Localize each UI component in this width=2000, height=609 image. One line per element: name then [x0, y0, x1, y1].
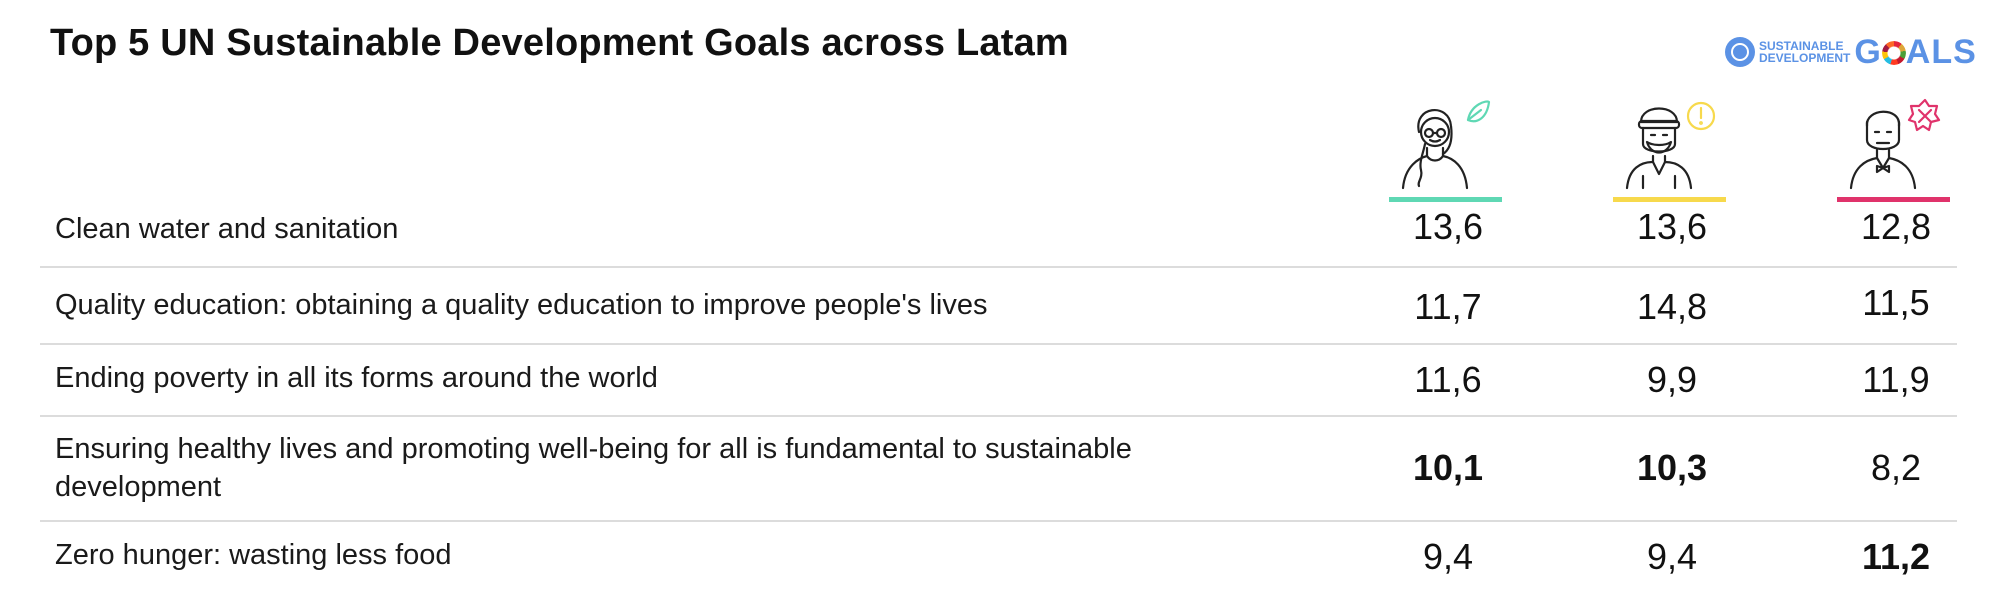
table-row: Quality education: obtaining a quality e…: [40, 282, 1957, 342]
row-label: Ending poverty in all its forms around t…: [55, 362, 658, 394]
persona-color-bar: [1389, 197, 1502, 202]
value-cell: 13,6: [1412, 206, 1484, 247]
logo-text: SUSTAINABLE DEVELOPMENT: [1759, 40, 1850, 64]
persona-color-bar: [1613, 197, 1726, 202]
value-cell: 11,7: [1414, 286, 1482, 327]
persona-man-beanie: [1607, 92, 1727, 202]
logo-goals: G ALS: [1854, 33, 1976, 72]
row-label: Clean water and sanitation: [55, 213, 399, 245]
sdg-logo: SUSTAINABLE DEVELOPMENT G ALS: [1725, 32, 1977, 72]
persona-woman: [1383, 92, 1503, 202]
logo-goals-rest: ALS: [1905, 32, 1977, 71]
value-cell: 9,4: [1422, 536, 1474, 577]
un-globe-icon: [1725, 37, 1755, 67]
sdg-wheel-icon: [1881, 40, 1906, 65]
row-divider: [40, 343, 1957, 345]
value-cell: 11,6: [1414, 359, 1482, 400]
row-label: Quality education: obtaining a quality e…: [55, 289, 988, 321]
man-cross-persona-icon: [1849, 98, 1941, 190]
row-divider: [40, 520, 1957, 522]
value-cell: 13,6: [1636, 206, 1708, 247]
value-cell: 11,9: [1862, 359, 1930, 400]
persona-color-bar: [1837, 197, 1950, 202]
value-cell: 11,2: [1861, 536, 1931, 577]
row-label: Ensuring healthy lives and promoting wel…: [55, 433, 1132, 503]
row-divider: [40, 415, 1957, 417]
row-label: Zero hunger: wasting less food: [55, 539, 452, 571]
persona-man: [1831, 92, 1951, 202]
row-divider: [40, 266, 1957, 268]
value-cell: 12,8: [1860, 206, 1932, 247]
value-cell: 10,3: [1636, 447, 1708, 488]
value-cell: 9,4: [1646, 536, 1698, 577]
chart-title: Top 5 UN Sustainable Development Goals a…: [50, 22, 1069, 64]
value-cell: 11,5: [1862, 282, 1930, 323]
table-row: Zero hunger: wasting less food 9,4 9,4 1…: [40, 536, 1957, 592]
value-cell: 9,9: [1646, 359, 1698, 400]
logo-goals-g: G: [1854, 32, 1882, 71]
logo-line2: DEVELOPMENT: [1759, 51, 1851, 65]
table-row: Clean water and sanitation 13,6 13,6 12,…: [40, 206, 1957, 266]
man-warning-persona-icon: [1625, 101, 1716, 190]
value-cell: 14,8: [1636, 286, 1708, 327]
value-cell: 10,1: [1412, 447, 1484, 488]
table-row: Ending poverty in all its forms around t…: [40, 359, 1957, 415]
woman-leaf-persona-icon: [1401, 100, 1491, 190]
value-cell: 8,2: [1870, 447, 1922, 488]
table-row: Ensuring healthy lives and promoting wel…: [40, 430, 1957, 520]
